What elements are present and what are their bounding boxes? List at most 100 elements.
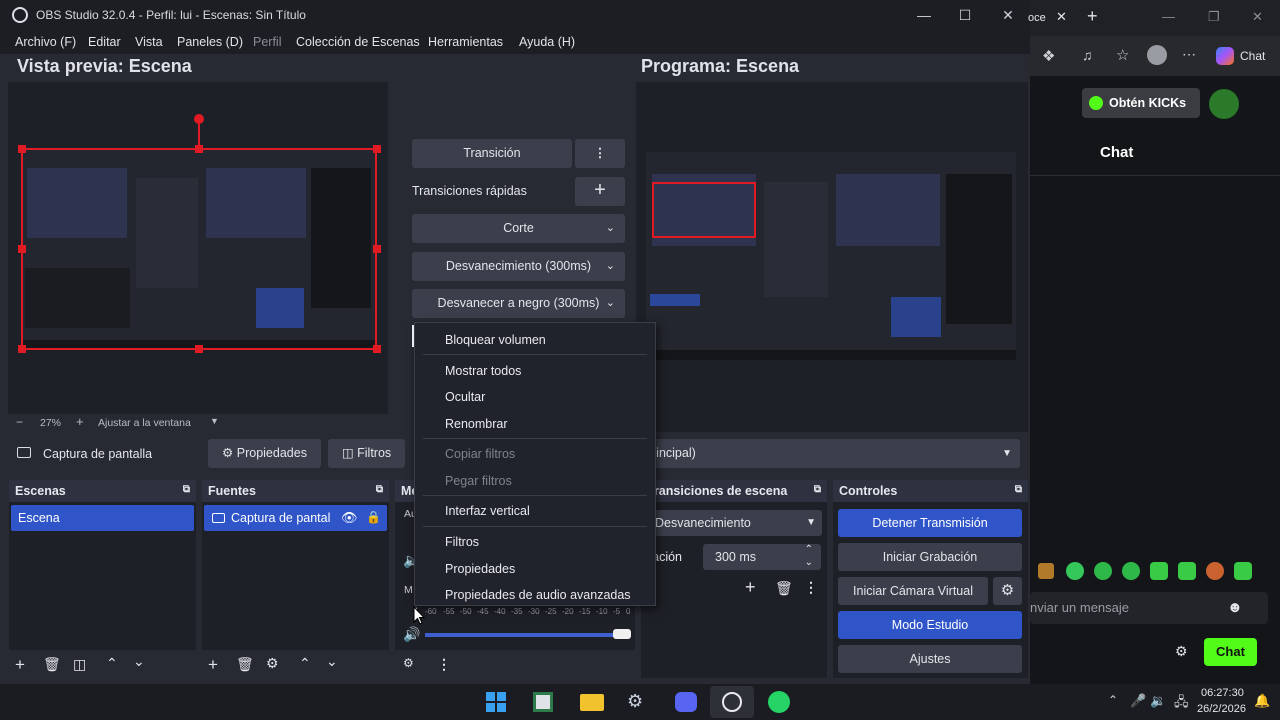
network-icon[interactable]: 🖧 bbox=[1174, 693, 1189, 715]
speaker-icon[interactable]: 🔊 bbox=[403, 626, 420, 643]
filter-icon[interactable]: ◫ bbox=[73, 656, 86, 673]
duration-input[interactable]: 300 ms ⌃ ⌄ bbox=[703, 544, 821, 570]
undock-icon[interactable]: ⧉ bbox=[376, 484, 383, 495]
resize-handle-t[interactable] bbox=[195, 145, 203, 153]
add-icon[interactable]: + bbox=[208, 655, 218, 675]
maximize-icon[interactable]: ❐ bbox=[1208, 9, 1220, 25]
emote-icon[interactable] bbox=[1066, 562, 1084, 580]
menu-coleccion[interactable]: Colección de Escenas bbox=[296, 35, 420, 49]
virtual-camera-settings-button[interactable]: ⚙ bbox=[993, 577, 1022, 605]
resize-handle-l[interactable] bbox=[18, 245, 26, 253]
transition-menu-button[interactable]: ⋮ bbox=[575, 139, 625, 168]
discord-icon[interactable] bbox=[675, 692, 697, 712]
menu-dots-icon[interactable]: ⋮ bbox=[804, 579, 818, 596]
emoji-icon[interactable]: ☻ bbox=[1227, 599, 1243, 616]
resize-handle-br[interactable] bbox=[373, 345, 381, 353]
resize-handle-r[interactable] bbox=[373, 245, 381, 253]
rotation-handle[interactable] bbox=[194, 114, 204, 124]
clock-time[interactable]: 06:27:30 bbox=[1201, 687, 1244, 699]
source-item[interactable]: Captura de pantal 👁 🔒 bbox=[204, 505, 387, 531]
maximize-button[interactable]: ☐ bbox=[945, 4, 985, 26]
emote-icon[interactable] bbox=[1150, 562, 1168, 580]
menu-editar[interactable]: Editar bbox=[88, 35, 121, 49]
trash-icon[interactable]: 🗑 bbox=[43, 656, 61, 673]
minimize-button[interactable]: — bbox=[904, 4, 944, 26]
chat-message-input[interactable]: nviar un mensaje ☻ bbox=[1030, 592, 1268, 624]
send-chat-button[interactable]: Chat bbox=[1204, 638, 1257, 666]
whatsapp-icon[interactable] bbox=[768, 691, 790, 713]
volume-icon[interactable]: 🔉 bbox=[1150, 693, 1166, 709]
menu-item-properties[interactable]: Propiedades bbox=[445, 562, 515, 576]
scene-item[interactable]: Escena bbox=[11, 505, 194, 531]
copilot-icon[interactable] bbox=[1216, 47, 1234, 65]
get-kicks-button[interactable]: Obtén KICKs bbox=[1082, 88, 1200, 118]
undock-icon[interactable]: ⧉ bbox=[1015, 484, 1022, 495]
music-icon[interactable]: ♫ bbox=[1082, 47, 1093, 63]
eye-icon[interactable]: 👁 bbox=[341, 510, 358, 526]
file-explorer-icon[interactable] bbox=[580, 694, 604, 711]
add-icon[interactable]: + bbox=[15, 655, 25, 675]
user-avatar[interactable] bbox=[1209, 89, 1239, 119]
spinner-down-icon[interactable]: ⌄ bbox=[805, 550, 813, 576]
transition-type-select[interactable]: Desvanecimiento ▼ bbox=[648, 510, 822, 536]
favorites-icon[interactable]: ☆ bbox=[1116, 46, 1129, 64]
menu-item-advanced-audio[interactable]: Propiedades de audio avanzadas bbox=[445, 588, 631, 602]
emote-icon[interactable] bbox=[1234, 562, 1252, 580]
trash-icon[interactable]: 🗑 bbox=[775, 580, 793, 597]
emote-icon[interactable] bbox=[1206, 562, 1224, 580]
close-tab-icon[interactable]: ✕ bbox=[1056, 9, 1067, 25]
resize-handle-tr[interactable] bbox=[373, 145, 381, 153]
menu-item-vertical-layout[interactable]: Interfaz vertical bbox=[445, 504, 530, 518]
down-icon[interactable]: ⌄ bbox=[133, 653, 145, 670]
emote-icon[interactable] bbox=[1122, 562, 1140, 580]
up-icon[interactable]: ⌃ bbox=[106, 655, 118, 672]
new-tab-icon[interactable]: + bbox=[1087, 6, 1098, 27]
close-button[interactable]: ✕ bbox=[988, 4, 1028, 26]
notepad-icon[interactable] bbox=[533, 692, 553, 712]
stop-streaming-button[interactable]: Detener Transmisión bbox=[838, 509, 1022, 537]
undock-icon[interactable]: ⧉ bbox=[183, 484, 190, 495]
properties-button[interactable]: ⚙ Propiedades bbox=[208, 439, 321, 468]
lock-icon[interactable]: 🔒 bbox=[366, 510, 381, 524]
transition-button[interactable]: Transición bbox=[412, 139, 572, 168]
filters-button[interactable]: ◫ Filtros bbox=[328, 439, 405, 468]
display-select[interactable]: rincipal) ▼ bbox=[652, 439, 1020, 468]
microphone-icon[interactable]: 🎤 bbox=[1130, 693, 1146, 709]
resize-handle-b[interactable] bbox=[195, 345, 203, 353]
start-recording-button[interactable]: Iniciar Grabación bbox=[838, 543, 1022, 571]
chat-header-button[interactable]: Chat bbox=[1240, 49, 1265, 63]
close-icon[interactable]: ✕ bbox=[1252, 9, 1263, 25]
zoom-out-button[interactable]: − bbox=[16, 415, 23, 429]
minimize-icon[interactable]: — bbox=[1162, 9, 1175, 24]
obs-taskbar-button[interactable] bbox=[710, 686, 754, 718]
quick-transition-fade-black[interactable]: Desvanecer a negro (300ms) ⌄ bbox=[412, 289, 625, 318]
emote-icon[interactable] bbox=[1178, 562, 1196, 580]
menu-item-rename[interactable]: Renombrar bbox=[445, 417, 508, 431]
more-icon[interactable]: ⋯ bbox=[1182, 46, 1196, 63]
chevron-down-icon[interactable]: ▼ bbox=[210, 416, 219, 426]
volume-slider-handle[interactable] bbox=[613, 629, 631, 639]
avatar[interactable] bbox=[1147, 45, 1167, 65]
zoom-fit[interactable]: Ajustar a la ventana bbox=[98, 417, 191, 429]
extensions-icon[interactable]: ❖ bbox=[1042, 47, 1055, 65]
add-icon[interactable]: + bbox=[745, 577, 756, 598]
menu-item-show-all[interactable]: Mostrar todos bbox=[445, 364, 521, 378]
resize-handle-tl[interactable] bbox=[18, 145, 26, 153]
add-quick-transition-button[interactable]: + bbox=[575, 177, 625, 206]
up-icon[interactable]: ⌃ bbox=[299, 655, 311, 672]
menu-item-lock-volume[interactable]: Bloquear volumen bbox=[445, 333, 546, 347]
menu-perfil[interactable]: Perfil bbox=[253, 35, 281, 49]
gear-icon[interactable]: ⚙ bbox=[403, 656, 414, 670]
menu-archivo[interactable]: Archivo (F) bbox=[15, 35, 76, 49]
gear-icon[interactable]: ⚙ bbox=[1175, 643, 1188, 660]
start-virtual-camera-button[interactable]: Iniciar Cámara Virtual bbox=[838, 577, 988, 605]
menu-item-hide[interactable]: Ocultar bbox=[445, 390, 485, 404]
steam-icon[interactable]: ⚙ bbox=[627, 691, 643, 712]
menu-vista[interactable]: Vista bbox=[135, 35, 163, 49]
menu-ayuda[interactable]: Ayuda (H) bbox=[519, 35, 575, 49]
undock-icon[interactable]: ⧉ bbox=[814, 484, 821, 495]
studio-mode-button[interactable]: Modo Estudio bbox=[838, 611, 1022, 639]
volume-slider-track[interactable] bbox=[425, 633, 625, 637]
settings-button[interactable]: Ajustes bbox=[838, 645, 1022, 673]
menu-paneles[interactable]: Paneles (D) bbox=[177, 35, 243, 49]
